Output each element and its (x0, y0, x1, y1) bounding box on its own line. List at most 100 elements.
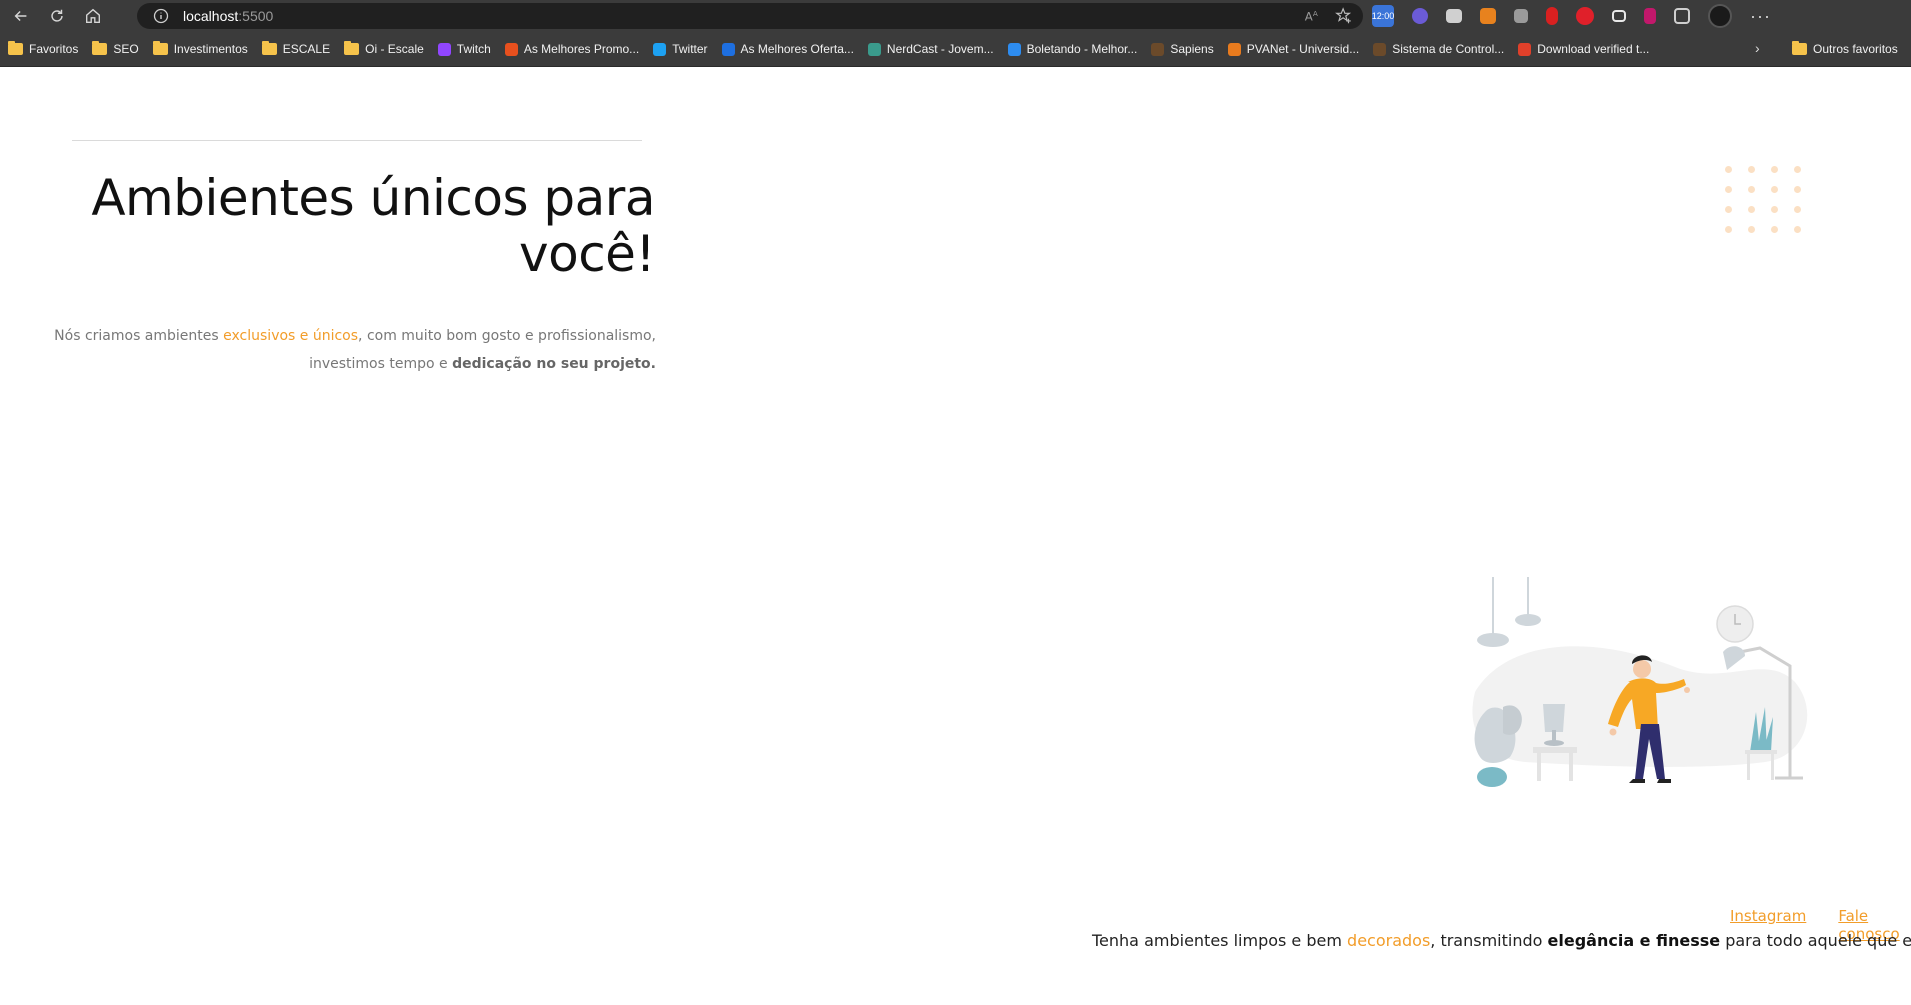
puzzle-extension-icon[interactable] (1674, 8, 1690, 24)
divider-line (72, 140, 642, 141)
bookmark-label: Oi - Escale (365, 42, 424, 56)
more-menu-icon[interactable]: ··· (1750, 6, 1771, 27)
print-extension-icon[interactable] (1446, 9, 1462, 23)
favorite-star-icon[interactable] (1335, 7, 1353, 25)
decorative-dot (1748, 186, 1755, 193)
uv-icon (1373, 42, 1387, 56)
bookmark-item[interactable]: As Melhores Promo... (504, 42, 640, 56)
bookmark-label: Boletando - Melhor... (1026, 42, 1138, 56)
calendar-extension-icon[interactable]: 12:00 (1372, 5, 1394, 27)
bookmark-item[interactable]: As Melhores Oferta... (721, 42, 854, 56)
folder-icon (344, 41, 360, 55)
bookmark-label: As Melhores Oferta... (740, 42, 854, 56)
nerd-icon (867, 42, 881, 56)
other-bookmarks[interactable]: Outros favoritos (1792, 32, 1898, 66)
bookmark-item[interactable]: Download verified t... (1518, 42, 1649, 56)
back-button[interactable] (6, 1, 36, 31)
decorative-dot (1725, 186, 1732, 193)
decorative-dot (1771, 226, 1778, 233)
bookmark-label: Twitter (672, 42, 708, 56)
profile-avatar[interactable] (1708, 4, 1732, 28)
folder-icon (8, 41, 23, 55)
url-host: localhost (183, 8, 239, 24)
twitch-icon (437, 42, 451, 56)
read-aloud-icon[interactable]: AA (1303, 7, 1321, 25)
pva-icon (1227, 42, 1241, 56)
dollar-icon (721, 42, 735, 56)
svg-text:A: A (1313, 9, 1318, 18)
phone-extension-icon[interactable] (1644, 8, 1656, 24)
bookmark-item[interactable]: Twitter (653, 42, 708, 56)
bookmark-item[interactable]: Favoritos (8, 41, 79, 56)
decorative-dot (1771, 186, 1778, 193)
stop-extension-icon[interactable] (1546, 7, 1558, 25)
bookmark-item[interactable]: Twitch (437, 42, 491, 56)
twitter-icon (653, 42, 667, 56)
bookmark-item[interactable]: SEO (92, 41, 139, 56)
chevron-right-icon[interactable]: › (1755, 40, 1760, 56)
decorative-dot (1748, 226, 1755, 233)
info-icon[interactable] (153, 8, 169, 24)
x-icon (1518, 42, 1532, 56)
bookmark-item[interactable]: PVANet - Universid... (1227, 42, 1359, 56)
folder-icon (152, 41, 168, 55)
decorative-dot (1771, 206, 1778, 213)
decorative-dot (1725, 206, 1732, 213)
uv-icon (1151, 42, 1165, 56)
bookmark-item[interactable]: Sapiens (1151, 42, 1214, 56)
bookmark-item[interactable]: ESCALE (261, 41, 331, 56)
bookmark-item[interactable]: Oi - Escale (344, 41, 424, 56)
hero-text-bold: dedicação no seu projeto. (452, 356, 656, 372)
copy-extension-icon[interactable] (1514, 9, 1528, 23)
bookmark-item[interactable]: Sistema de Control... (1373, 42, 1504, 56)
bookmark-label: As Melhores Promo... (523, 42, 640, 56)
hero-description: Nós criamos ambientes exclusivos e único… (36, 322, 656, 378)
bookmark-item[interactable]: Investimentos (152, 41, 248, 56)
decorative-dot (1771, 166, 1778, 173)
footer-text-accent: decorados (1347, 931, 1431, 950)
home-button[interactable] (78, 1, 108, 31)
bookmark-label: Investimentos (173, 42, 248, 56)
decorative-dot (1725, 166, 1732, 173)
footer-text-start: Tenha ambientes limpos e bem (1092, 931, 1348, 950)
bookmarks-bar: Favoritos SEO Investimentos ESCALE Oi - Esca… (0, 32, 1911, 67)
svg-text:A: A (1305, 10, 1313, 24)
record-extension-icon[interactable] (1576, 7, 1594, 25)
address-bar[interactable]: localhost:5500 AA (137, 3, 1363, 29)
bookmark-label: Sapiens (1170, 42, 1214, 56)
living-room-illustration (1472, 577, 1808, 787)
b-icon (1007, 42, 1021, 56)
reload-icon (51, 9, 63, 22)
extensions-bar: 12:00 ··· (1372, 0, 1771, 32)
flame-icon (504, 42, 518, 56)
bookmark-label: Favoritos (29, 42, 79, 56)
footer-text-bold: elegância e finesse (1547, 931, 1721, 950)
hero-text-accent: exclusivos e únicos (223, 328, 359, 344)
ghost-extension-icon[interactable] (1412, 8, 1428, 24)
footer-text-middle: , transmitindo (1430, 931, 1548, 950)
footer-tagline: Tenha ambientes limpos e bem decorados, … (1092, 931, 1911, 950)
bookmark-label: Twitch (456, 42, 491, 56)
url-port: :5500 (238, 8, 274, 24)
bookmark-item[interactable]: Boletando - Melhor... (1007, 42, 1138, 56)
window-extension-icon[interactable] (1612, 10, 1626, 22)
bookmark-label: ESCALE (282, 42, 331, 56)
folder-icon (261, 41, 277, 55)
bookmark-label: SEO (113, 42, 139, 56)
metamask-extension-icon[interactable] (1480, 8, 1496, 24)
decorative-dot (1794, 186, 1801, 193)
reload-button[interactable] (42, 1, 72, 31)
decorative-dot (1748, 166, 1755, 173)
hero-title: Ambientes únicos para você! (91, 169, 655, 283)
bookmark-item[interactable]: NerdCast - Jovem... (867, 42, 994, 56)
bookmark-label: NerdCast - Jovem... (886, 42, 994, 56)
decorative-dots (1725, 166, 1802, 233)
home-icon (86, 8, 100, 23)
decorative-dot (1748, 206, 1755, 213)
decorative-dot (1794, 166, 1801, 173)
arrow-left-icon (14, 10, 27, 22)
folder-icon (1792, 41, 1807, 55)
other-bookmarks-label: Outros favoritos (1813, 42, 1898, 56)
decorative-dot (1794, 226, 1801, 233)
bookmark-label: Download verified t... (1537, 42, 1650, 56)
